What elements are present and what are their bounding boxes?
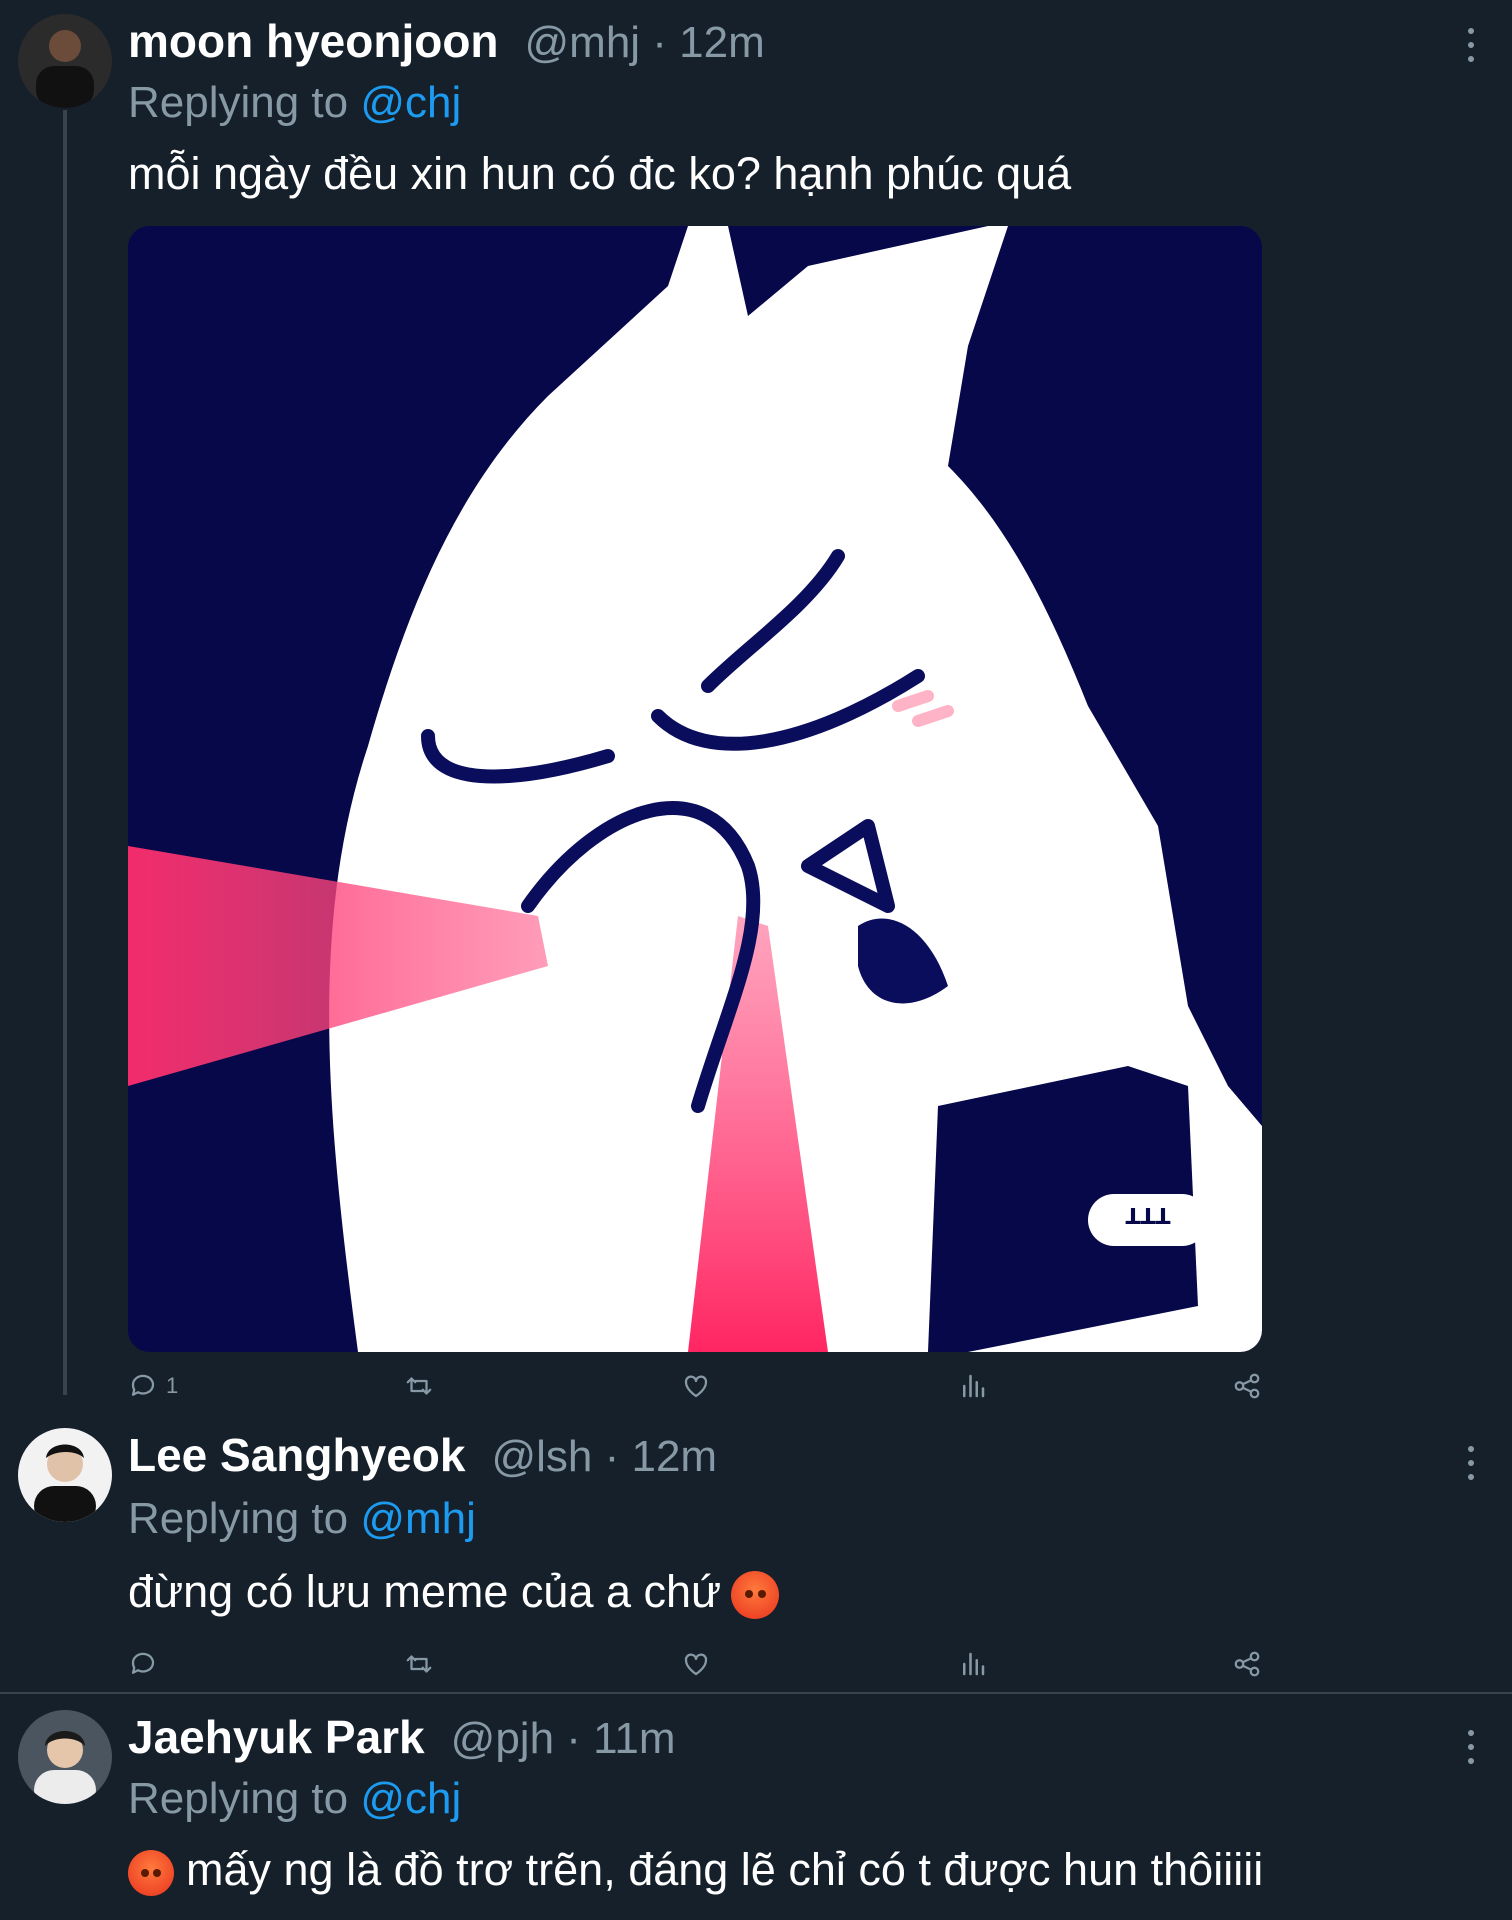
tweet-text: mấy ng là đồ trơ trẽn, đáng lẽ chỉ có t …: [186, 1844, 1264, 1895]
more-icon[interactable]: [1466, 1730, 1476, 1764]
angry-face-icon: [731, 1571, 780, 1620]
handle-time[interactable]: @pjh · 11m: [451, 1714, 676, 1764]
analytics-icon: [963, 1374, 985, 1398]
tweet-lee-sanghyeok[interactable]: Lee Sanghyeok @lsh · 12m Replying to @mh…: [0, 1400, 1512, 1692]
replying-prefix: Replying to: [128, 1774, 361, 1823]
avatar[interactable]: [18, 1428, 112, 1522]
share-icon: [1234, 1373, 1260, 1399]
mention-link[interactable]: @chj: [360, 78, 461, 127]
like-icon: [684, 1375, 708, 1398]
reply-button[interactable]: [128, 1646, 158, 1682]
tweet-text: mỗi ngày đều xin hun có đc ko? hạnh phúc…: [128, 148, 1072, 199]
mention-link[interactable]: @chj: [360, 1774, 461, 1823]
tweet-text-line: mấy ng là đồ trơ trẽn, đáng lẽ chỉ có t …: [128, 1844, 1264, 1897]
handle-time[interactable]: @mhj · 12m: [525, 18, 765, 68]
avatar[interactable]: [18, 1710, 112, 1804]
reply-button[interactable]: 1: [128, 1368, 178, 1404]
reply-icon: [131, 1652, 155, 1674]
replying-to: Replying to @chj: [128, 78, 461, 128]
tweet-header: moon hyeonjoon @mhj · 12m: [128, 14, 765, 70]
like-button[interactable]: [681, 1646, 711, 1682]
like-icon: [684, 1653, 708, 1676]
analytics-icon: [963, 1652, 985, 1676]
more-icon[interactable]: [1466, 28, 1476, 62]
display-name[interactable]: moon hyeonjoon: [128, 14, 499, 68]
tweet-text-line: đừng có lưu meme của a chứ: [128, 1566, 780, 1620]
mention-link[interactable]: @mhj: [360, 1494, 476, 1543]
display-name[interactable]: Lee Sanghyeok: [128, 1428, 465, 1482]
replying-to: Replying to @mhj: [128, 1494, 476, 1544]
retweet-icon: [406, 1655, 432, 1673]
like-button[interactable]: [681, 1368, 711, 1404]
retweet-icon: [406, 1377, 432, 1395]
tweet-jaehyuk-park[interactable]: Jaehyuk Park @pjh · 11m Replying to @chj…: [0, 1694, 1512, 1920]
analytics-button[interactable]: [958, 1368, 988, 1404]
avatar[interactable]: [18, 14, 112, 108]
sticker-label: ꓕꓕꓕ: [1125, 1204, 1171, 1229]
reply-icon: [131, 1374, 155, 1396]
thread-line: [63, 110, 67, 1395]
replying-prefix: Replying to: [128, 1494, 361, 1543]
share-button[interactable]: [1232, 1646, 1262, 1682]
more-icon[interactable]: [1466, 1446, 1476, 1480]
tweet-header: Jaehyuk Park @pjh · 11m: [128, 1710, 675, 1766]
retweet-button[interactable]: [404, 1646, 434, 1682]
tweet-actions: 1: [128, 1368, 1262, 1404]
share-icon: [1234, 1651, 1260, 1677]
share-button[interactable]: [1232, 1368, 1262, 1404]
tweet-text: đừng có lưu meme của a chứ: [128, 1566, 722, 1617]
handle-time[interactable]: @lsh · 12m: [491, 1432, 717, 1482]
display-name[interactable]: Jaehyuk Park: [128, 1710, 425, 1764]
tweet-moon-hyeonjoon[interactable]: moon hyeonjoon @mhj · 12m Replying to @c…: [0, 0, 1512, 1400]
tweet-header: Lee Sanghyeok @lsh · 12m: [128, 1428, 717, 1484]
cursing-face-icon: [128, 1850, 174, 1897]
tweet-media-image[interactable]: ꓕꓕꓕ: [128, 226, 1262, 1352]
analytics-button[interactable]: [958, 1646, 988, 1682]
replying-prefix: Replying to: [128, 78, 361, 127]
replying-to: Replying to @chj: [128, 1774, 461, 1824]
retweet-button[interactable]: [404, 1368, 434, 1404]
tweet-actions: [128, 1646, 1262, 1682]
reply-count: 1: [166, 1373, 179, 1398]
